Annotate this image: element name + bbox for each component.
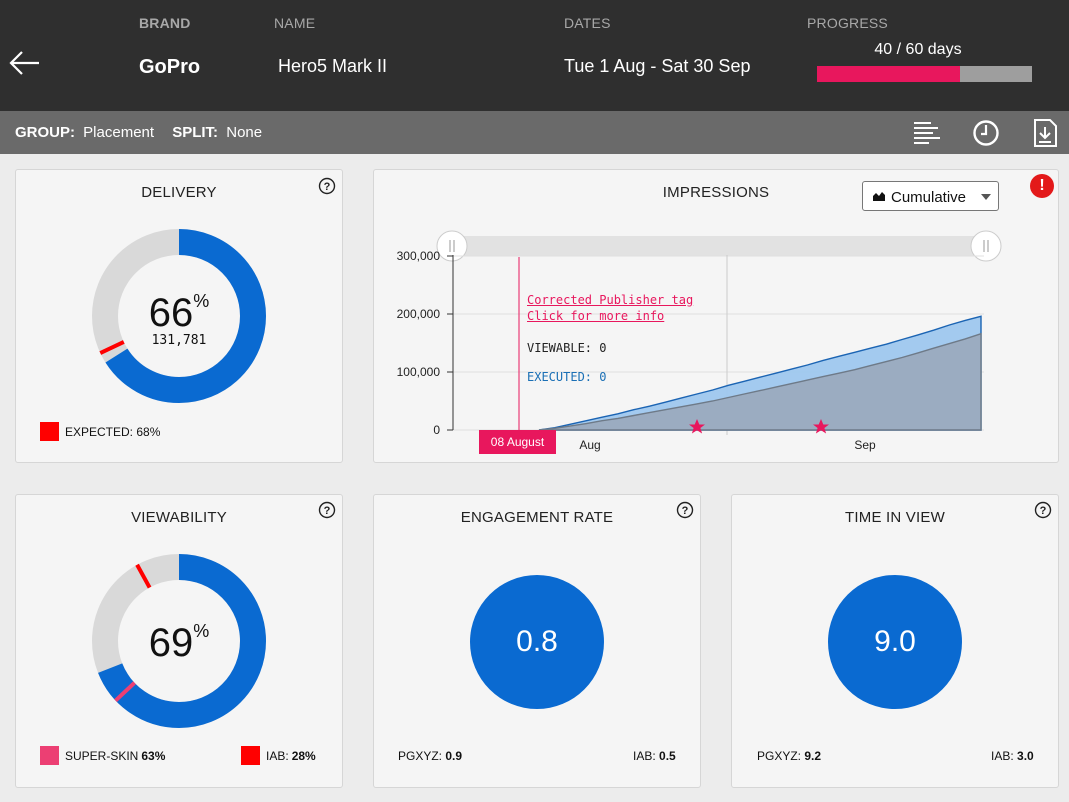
impressions-chart: 300,000 200,000 100,000 0 Aug Sep xyxy=(397,230,1002,452)
delivery-count: 131,781 xyxy=(151,333,207,348)
engagement-pgxyz-value: 0.9 xyxy=(445,749,463,763)
name-value: Hero5 Mark II xyxy=(278,56,388,76)
top-header: BRAND GoPro NAME Hero5 Mark II DATES Tue… xyxy=(0,0,1069,111)
question-circle-icon[interactable]: ? xyxy=(318,177,336,195)
viewable-readout: VIEWABLE: 0 xyxy=(527,341,607,355)
iab-legend: IAB: 28% xyxy=(241,746,316,765)
engagement-title: ENGAGEMENT RATE xyxy=(460,509,614,526)
y-tick-label: 300,000 xyxy=(397,249,441,263)
progress-label: PROGRESS xyxy=(807,15,888,31)
chevron-down-icon xyxy=(981,194,991,200)
executed-readout: EXECUTED: 0 xyxy=(527,370,607,384)
brand-value: GoPro xyxy=(139,56,201,78)
engagement-pgxyz-label: PGXYZ: xyxy=(398,749,443,763)
align-list-icon[interactable] xyxy=(911,117,943,149)
engagement-value-bubble: 0.8 xyxy=(470,575,604,709)
engagement-iab: IAB: 0.5 xyxy=(633,749,676,763)
iab-label: IAB: xyxy=(266,748,289,763)
x-tick-label: Sep xyxy=(854,438,876,452)
question-circle-icon[interactable]: ? xyxy=(676,501,694,519)
y-tick-label: 0 xyxy=(433,423,440,437)
arrow-left-icon[interactable] xyxy=(8,48,42,78)
svg-text:?: ? xyxy=(324,505,331,517)
annotation-line-2: Click for more info xyxy=(527,309,665,323)
delivery-title: DELIVERY xyxy=(141,184,217,201)
area-chart-icon xyxy=(873,192,885,201)
progress-bar xyxy=(817,66,1032,82)
view-mode-value: Cumulative xyxy=(891,189,967,206)
time-in-view-iab: IAB: 3.0 xyxy=(991,749,1034,763)
expected-label: EXPECTED: 68% xyxy=(65,424,161,439)
question-circle-icon[interactable]: ? xyxy=(1034,501,1052,519)
time-in-view-title: TIME IN VIEW xyxy=(845,509,945,526)
y-tick-label: 200,000 xyxy=(397,307,441,321)
viewability-title: VIEWABILITY xyxy=(131,509,227,526)
svg-text:?: ? xyxy=(1040,505,1047,517)
expected-swatch xyxy=(40,422,59,441)
viewability-percent: 69 xyxy=(148,621,194,665)
superskin-label: SUPER-SKIN xyxy=(65,748,139,763)
superskin-swatch xyxy=(40,746,59,765)
split-label: SPLIT: xyxy=(172,124,219,141)
time-in-view-pgxyz-value: 9.2 xyxy=(804,749,822,763)
delivery-percent: 66 xyxy=(148,291,194,335)
x-tick-label: Aug xyxy=(579,438,600,452)
view-mode-dropdown[interactable]: Cumulative xyxy=(862,181,999,211)
group-value[interactable]: Placement xyxy=(83,124,154,141)
engagement-pgxyz: PGXYZ: 0.9 xyxy=(398,749,462,763)
time-in-view-pgxyz: PGXYZ: 9.2 xyxy=(757,749,821,763)
superskin-legend: SUPER-SKIN 63% xyxy=(40,746,165,765)
clock-icon[interactable] xyxy=(970,117,1002,149)
brand-label: BRAND xyxy=(139,15,191,31)
iab-value: 28% xyxy=(291,748,316,763)
engagement-iab-label: IAB: xyxy=(633,749,656,763)
viewability-center: 69% xyxy=(119,621,239,665)
exclamation-icon[interactable]: ! xyxy=(1030,174,1054,198)
progress-fill xyxy=(817,66,961,82)
progress-text: 40 / 60 days xyxy=(874,41,962,58)
delivery-pct-sign: % xyxy=(193,291,210,311)
range-slider-track xyxy=(452,236,986,256)
group-label: GROUP: xyxy=(15,124,75,141)
annotation-link[interactable]: Corrected Publisher tag Click for more i… xyxy=(527,293,693,323)
time-in-view-value-bubble: 9.0 xyxy=(828,575,962,709)
delivery-center: 66% 131,781 xyxy=(119,291,239,348)
question-circle-icon[interactable]: ? xyxy=(318,501,336,519)
viewability-pct-sign: % xyxy=(193,621,210,641)
delivery-legend: EXPECTED: 68% xyxy=(40,422,160,441)
iab-swatch xyxy=(241,746,260,765)
time-in-view-pgxyz-label: PGXYZ: xyxy=(757,749,802,763)
dates-value: Tue 1 Aug - Sat 30 Sep xyxy=(564,56,751,76)
name-label: NAME xyxy=(274,15,316,31)
dates-label: DATES xyxy=(564,15,611,31)
split-value[interactable]: None xyxy=(226,124,262,141)
svg-text:?: ? xyxy=(324,181,331,193)
date-flag[interactable]: 08 August xyxy=(479,430,556,454)
engagement-iab-value: 0.5 xyxy=(659,749,676,763)
y-tick-label: 100,000 xyxy=(397,365,441,379)
group-split-info: GROUP: Placement SPLIT: None xyxy=(15,124,262,141)
filter-toolbar: GROUP: Placement SPLIT: None xyxy=(0,111,1069,154)
annotation-line-1: Corrected Publisher tag xyxy=(527,293,694,307)
svg-text:?: ? xyxy=(682,505,689,517)
superskin-value: 63% xyxy=(141,748,166,763)
time-in-view-iab-label: IAB: xyxy=(991,749,1014,763)
download-file-icon[interactable] xyxy=(1029,117,1061,149)
time-in-view-iab-value: 3.0 xyxy=(1017,749,1034,763)
